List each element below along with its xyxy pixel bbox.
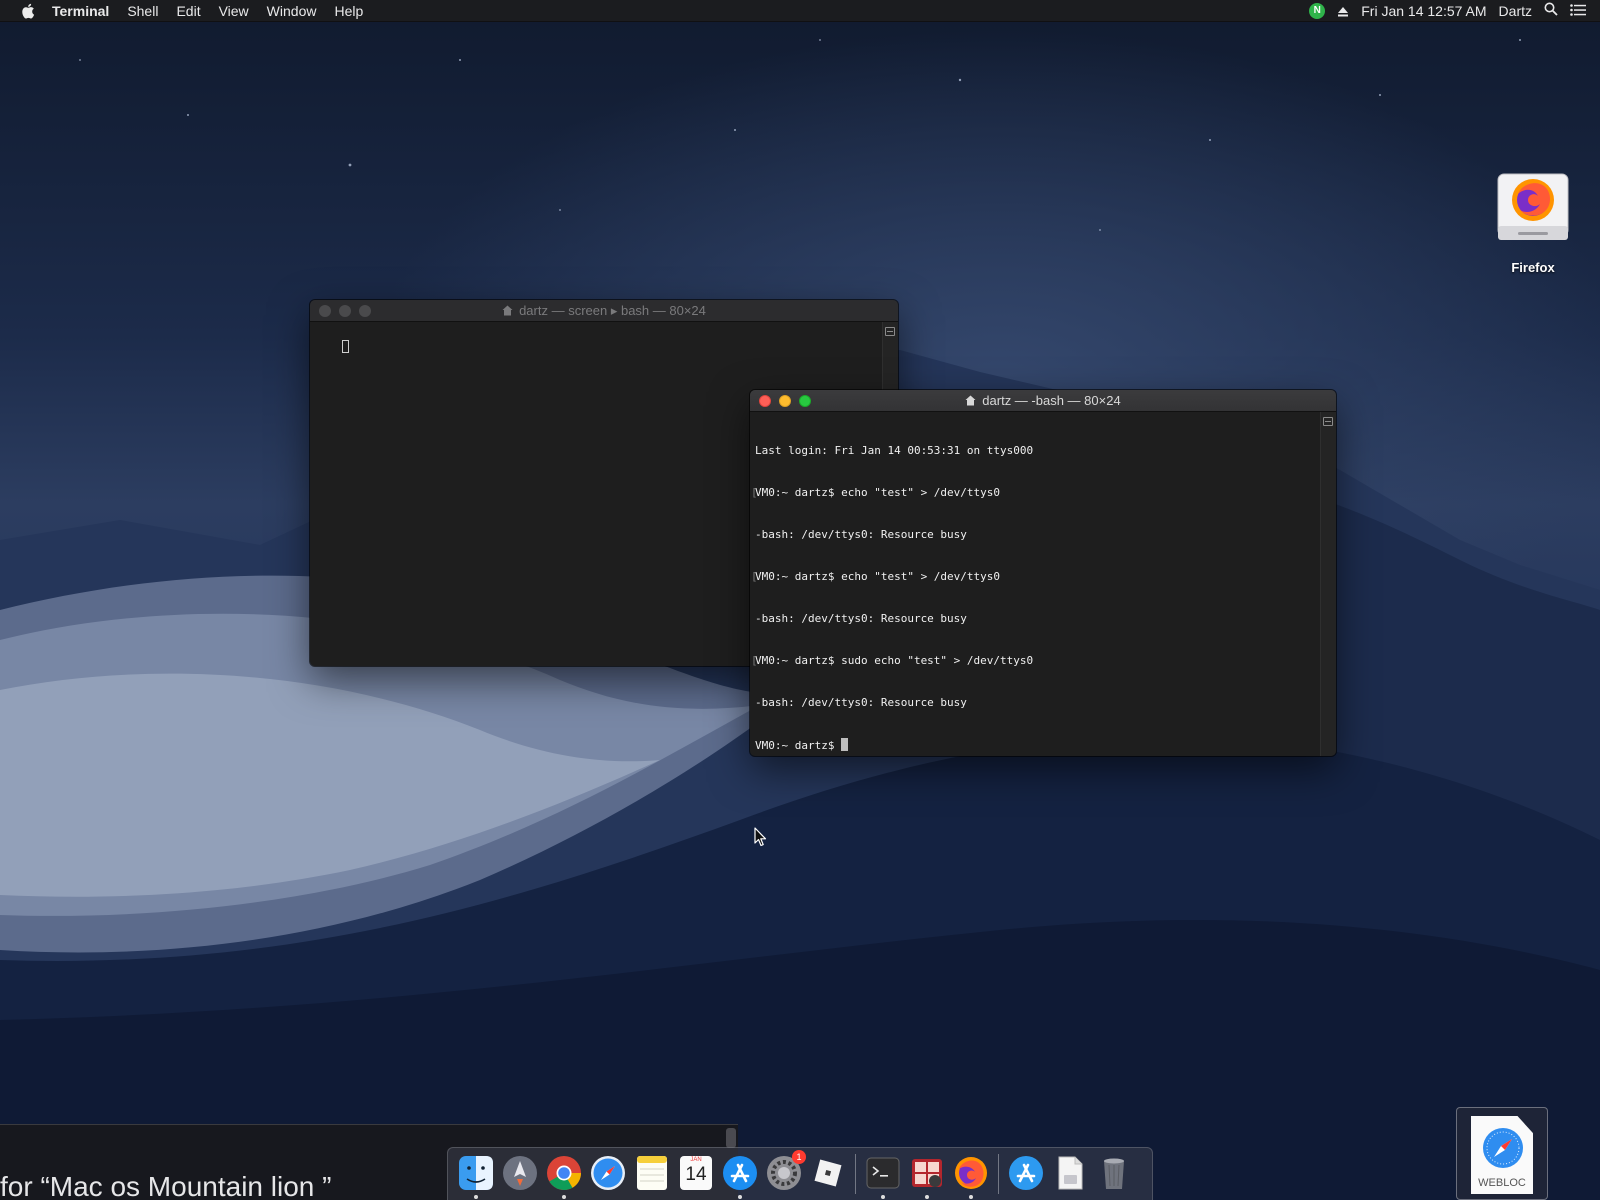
terminal-line: Last login: Fri Jan 14 00:53:31 on ttys0… <box>755 444 1034 457</box>
terminal-line: -bash: /dev/ttys0: Resource busy <box>755 696 967 709</box>
zoom-button[interactable] <box>359 305 371 317</box>
terminal-line: [VM0:~ dartz$ echo "test" > /dev/ttys0] <box>751 570 1327 583</box>
terminal-line: [VM0:~ dartz$ echo "test" > /dev/ttys0] <box>751 486 1327 499</box>
safari-icon[interactable] <box>589 1154 627 1192</box>
system-preferences-icon[interactable]: 1 <box>765 1150 806 1192</box>
minimize-button[interactable] <box>779 395 791 407</box>
zoom-button[interactable] <box>799 395 811 407</box>
menu-help[interactable]: Help <box>325 0 372 22</box>
safari-compass-icon <box>1483 1128 1523 1168</box>
terminal-cursor <box>841 738 849 751</box>
window-title: dartz — -bash — 80×24 <box>982 393 1121 408</box>
webloc-label: WEBLOC <box>1478 1177 1526 1189</box>
dock-separator <box>855 1154 856 1194</box>
desktop-icon-label: Firefox <box>1511 260 1555 275</box>
menu-bar: Terminal Shell Edit View Window Help N F… <box>0 0 1600 22</box>
dock: JAN 14 1 <box>447 1147 1153 1200</box>
calendar-month: JAN <box>690 1157 702 1163</box>
dock-separator <box>998 1154 999 1194</box>
webloc-file-preview[interactable]: WEBLOC <box>1456 1107 1548 1200</box>
photo-booth-icon[interactable] <box>908 1154 946 1199</box>
terminal-cursor <box>341 340 349 353</box>
launchpad-icon[interactable] <box>501 1154 539 1192</box>
home-folder-icon <box>502 305 513 316</box>
status-n-icon[interactable]: N <box>1309 2 1326 19</box>
firefox-disk-icon <box>1496 170 1570 250</box>
trash-icon[interactable] <box>1095 1154 1133 1192</box>
terminal-icon[interactable] <box>864 1154 902 1199</box>
close-button[interactable] <box>319 305 331 317</box>
terminal-line: [VM0:~ dartz$ sudo echo "test" > /dev/tt… <box>751 654 1327 667</box>
home-folder-icon <box>965 395 976 406</box>
window-titlebar[interactable]: dartz — -bash — 80×24 <box>750 390 1336 412</box>
close-button[interactable] <box>759 395 771 407</box>
menu-view[interactable]: View <box>210 0 258 22</box>
minimize-button[interactable] <box>339 305 351 317</box>
spotlight-search-icon[interactable] <box>1544 2 1558 19</box>
notification-badge: 1 <box>792 1150 806 1164</box>
strip-scroll-handle[interactable] <box>726 1128 736 1148</box>
terminal-window-bash[interactable]: dartz — -bash — 80×24 Last login: Fri Ja… <box>750 390 1336 756</box>
app-store-folder-icon[interactable] <box>1007 1154 1045 1192</box>
menu-shell[interactable]: Shell <box>118 0 167 22</box>
menu-username[interactable]: Dartz <box>1499 3 1532 19</box>
search-query-text: for “Mac os Mountain lion ” <box>0 1171 332 1200</box>
documents-folder-icon[interactable] <box>1051 1154 1089 1192</box>
window-controls <box>759 395 819 407</box>
scroll-marker-icon[interactable] <box>885 327 895 336</box>
finder-icon[interactable] <box>457 1154 495 1199</box>
scroll-marker-icon[interactable] <box>1323 417 1333 426</box>
firefox-icon[interactable] <box>952 1154 990 1199</box>
notes-icon[interactable] <box>633 1154 671 1192</box>
window-controls <box>319 305 379 317</box>
notification-center-icon[interactable] <box>1570 3 1586 19</box>
desktop-icon-firefox[interactable]: Firefox <box>1488 170 1578 275</box>
scrollbar[interactable] <box>1320 412 1336 756</box>
terminal-line: -bash: /dev/ttys0: Resource busy <box>755 612 967 625</box>
terminal-line: -bash: /dev/ttys0: Resource busy <box>755 528 967 541</box>
window-title: dartz — screen ▸ bash — 80×24 <box>519 302 706 318</box>
menu-clock[interactable]: Fri Jan 14 12:57 AM <box>1361 3 1486 19</box>
apple-menu-icon[interactable] <box>18 0 38 22</box>
menu-edit[interactable]: Edit <box>167 0 209 22</box>
mouse-pointer-icon <box>754 827 767 847</box>
calendar-day: 14 <box>685 1164 707 1185</box>
roblox-icon[interactable] <box>809 1154 847 1192</box>
calendar-icon[interactable]: JAN 14 <box>677 1154 715 1192</box>
chrome-icon[interactable] <box>545 1154 583 1199</box>
menu-app-terminal[interactable]: Terminal <box>52 0 118 22</box>
terminal-output[interactable]: Last login: Fri Jan 14 00:53:31 on ttys0… <box>750 412 1327 756</box>
eject-icon[interactable] <box>1337 5 1349 17</box>
menu-window[interactable]: Window <box>258 0 326 22</box>
app-store-icon[interactable] <box>721 1154 759 1199</box>
terminal-prompt-line[interactable]: VM0:~ dartz$ <box>755 738 1315 752</box>
window-titlebar[interactable]: dartz — screen ▸ bash — 80×24 <box>310 300 898 322</box>
